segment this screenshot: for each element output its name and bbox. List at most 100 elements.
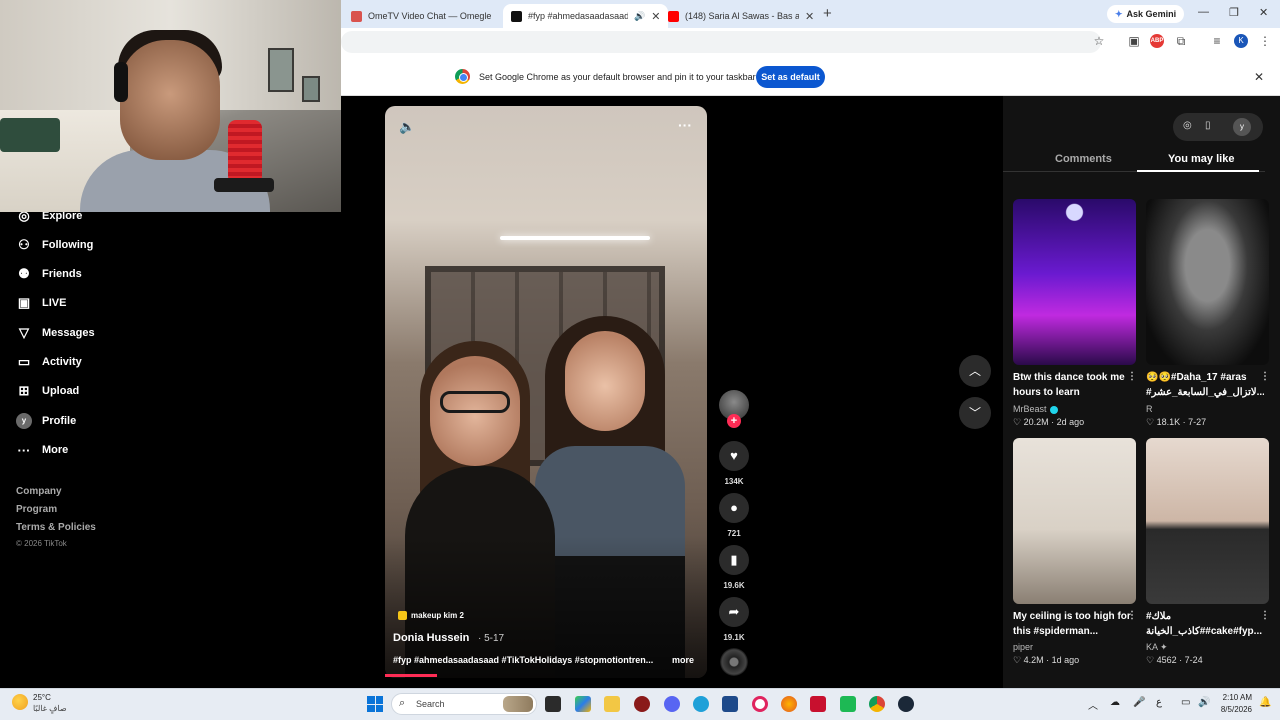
gemini-label: Ask Gemini (1126, 9, 1177, 19)
ask-gemini-button[interactable]: ✦ Ask Gemini (1107, 5, 1185, 23)
media-player-icon[interactable] (810, 696, 826, 712)
following-icon: ⚇ (18, 237, 30, 252)
app-icon[interactable] (634, 696, 650, 712)
card-more-icon[interactable]: ⋮ (1127, 371, 1137, 382)
nav-item-following[interactable]: ⚇ Following (16, 235, 93, 255)
edge-icon[interactable] (693, 696, 709, 712)
card-author[interactable]: piper (1013, 642, 1033, 652)
firefox-icon[interactable] (781, 696, 797, 712)
discord-icon[interactable] (664, 696, 680, 712)
app-icon[interactable] (840, 696, 856, 712)
tab-title: OmeTV Video Chat — Omegle (368, 11, 492, 21)
follow-plus-icon[interactable]: + (727, 414, 741, 428)
video-thumbnail[interactable] (1146, 438, 1269, 604)
profile-avatar[interactable]: K (1234, 34, 1248, 48)
nav-item-messages[interactable]: ▽ Messages (16, 323, 95, 343)
video-thumbnail[interactable] (1146, 199, 1269, 365)
store-icon[interactable] (722, 696, 738, 712)
browser-tab[interactable]: OmeTV Video Chat — Omegle ✕ (343, 4, 521, 28)
nav-label: Friends (42, 268, 82, 280)
video-thumbnail[interactable] (1013, 199, 1136, 365)
weather-icon[interactable] (12, 694, 28, 710)
microphone-icon[interactable]: 🎤 (1133, 697, 1145, 708)
effect-tag[interactable]: makeup kim 2 (398, 609, 464, 622)
close-window-icon[interactable]: ✕ (1259, 6, 1268, 19)
video-date: · 5-17 (478, 633, 505, 644)
maximize-icon[interactable]: ❐ (1229, 6, 1239, 19)
browser-tab[interactable]: (148) Saria Al Sawas - Bas asma ✕ (660, 4, 822, 28)
card-title[interactable]: #ملاك #كاذب_الخيانة#cake#fyp... (1146, 609, 1264, 639)
network-icon[interactable]: ▭ (1181, 697, 1190, 708)
card-author[interactable]: R (1146, 404, 1153, 414)
url-input[interactable] (341, 31, 1101, 53)
tab-you-may-like[interactable]: You may like (1168, 153, 1234, 165)
video-author[interactable]: Donia Hussein (393, 632, 469, 644)
bookmark-icon[interactable]: ▮ (719, 545, 749, 575)
card-author[interactable]: MrBeast (1013, 404, 1058, 414)
clock-date[interactable]: 8/5/2026 (1212, 705, 1252, 714)
more-options-icon[interactable]: ··· (678, 117, 692, 133)
chevron-up-icon[interactable]: ︿ (1088, 697, 1098, 712)
task-view-icon[interactable] (545, 696, 561, 712)
browser-tab-active[interactable]: #fyp #ahmedasaadasaad # 🔊 ✕ (503, 4, 669, 28)
share-arrow-icon[interactable]: ➦ (719, 597, 749, 627)
close-infobar-icon[interactable]: ✕ (1254, 70, 1264, 84)
bookmark-star-icon[interactable]: ☆ (1092, 34, 1106, 48)
card-author[interactable]: KA ✦ (1146, 642, 1168, 653)
caption-more-link[interactable]: more (672, 655, 694, 665)
weather-description: صافٍ غالبًا (33, 704, 67, 713)
nav-item-upload[interactable]: ⊞ Upload (16, 381, 80, 401)
card-title[interactable]: Btw this dance took me hours to learn (1013, 370, 1131, 400)
nav-item-more[interactable]: ··· More (16, 440, 69, 460)
file-explorer-icon[interactable] (604, 696, 620, 712)
language-icon[interactable]: ع (1156, 697, 1162, 708)
clock-time[interactable]: 2:10 AM (1222, 693, 1252, 702)
puzzle-icon[interactable]: ⧉ (1174, 34, 1188, 48)
footer-link-program[interactable]: Program (16, 504, 57, 515)
video-player[interactable] (385, 106, 707, 678)
card-more-icon[interactable]: ⋮ (1260, 610, 1270, 621)
adblock-icon[interactable]: ABP (1150, 34, 1164, 48)
new-tab-button[interactable]: + (823, 5, 832, 22)
like-heart-icon[interactable]: ♥ (719, 441, 749, 471)
footer-link-terms[interactable]: Terms & Policies (16, 522, 96, 533)
nav-item-friends[interactable]: ⚉ Friends (16, 264, 82, 284)
chrome-icon[interactable] (869, 696, 885, 712)
notification-bell-icon[interactable]: 🔔 (1259, 697, 1271, 708)
close-tab-icon[interactable]: ✕ (805, 10, 814, 23)
video-caption[interactable]: #fyp #ahmedasaadasaad #TikTokHolidays #s… (393, 655, 673, 665)
phone-icon[interactable]: ▯ (1205, 120, 1211, 131)
speaker-icon[interactable]: 🔊 (634, 11, 645, 22)
card-title[interactable]: 🥺🥺#Daha_17 #aras #لاتزال_في_السابعة_عشر.… (1146, 370, 1264, 400)
card-more-icon[interactable]: ⋮ (1127, 610, 1137, 621)
onedrive-icon[interactable]: ☁ (1110, 697, 1120, 708)
kebab-menu-icon[interactable]: ⋮ (1258, 34, 1272, 48)
extension-icon[interactable]: ▣ (1127, 34, 1141, 48)
footer-link-company[interactable]: Company (16, 486, 62, 497)
volume-icon[interactable]: 🔈 (399, 119, 415, 135)
nav-item-profile[interactable]: y Profile (16, 411, 76, 431)
video-progress-bar[interactable] (385, 674, 437, 677)
video-thumbnail[interactable] (1013, 438, 1136, 604)
music-disc-icon[interactable] (720, 648, 748, 676)
comment-bubble-icon[interactable]: ● (719, 493, 749, 523)
nav-item-activity[interactable]: ▭ Activity (16, 352, 82, 372)
media-icon[interactable]: ≡ (1210, 34, 1224, 48)
nav-item-live[interactable]: ▣ LIVE (16, 293, 67, 313)
minimize-icon[interactable]: — (1198, 6, 1209, 18)
previous-video-chevron-up-icon[interactable]: ︿ (959, 355, 991, 387)
steam-icon[interactable] (898, 696, 914, 712)
card-more-icon[interactable]: ⋮ (1260, 371, 1270, 382)
youtube-favicon-icon (668, 10, 679, 22)
windows-start-icon[interactable] (367, 696, 383, 712)
opera-icon[interactable] (752, 696, 768, 712)
set-default-button[interactable]: Set as default (756, 66, 825, 88)
avatar[interactable]: y (1233, 118, 1251, 136)
activity-icon: ▭ (17, 354, 31, 369)
volume-icon[interactable]: 🔊 (1198, 697, 1210, 708)
compass-icon[interactable]: ◎ (1183, 120, 1192, 131)
tab-comments[interactable]: Comments (1055, 153, 1112, 165)
card-title[interactable]: My ceiling is too high for this #spiderm… (1013, 609, 1131, 639)
next-video-chevron-down-icon[interactable]: ﹀ (959, 397, 991, 429)
widgets-icon[interactable] (575, 696, 591, 712)
